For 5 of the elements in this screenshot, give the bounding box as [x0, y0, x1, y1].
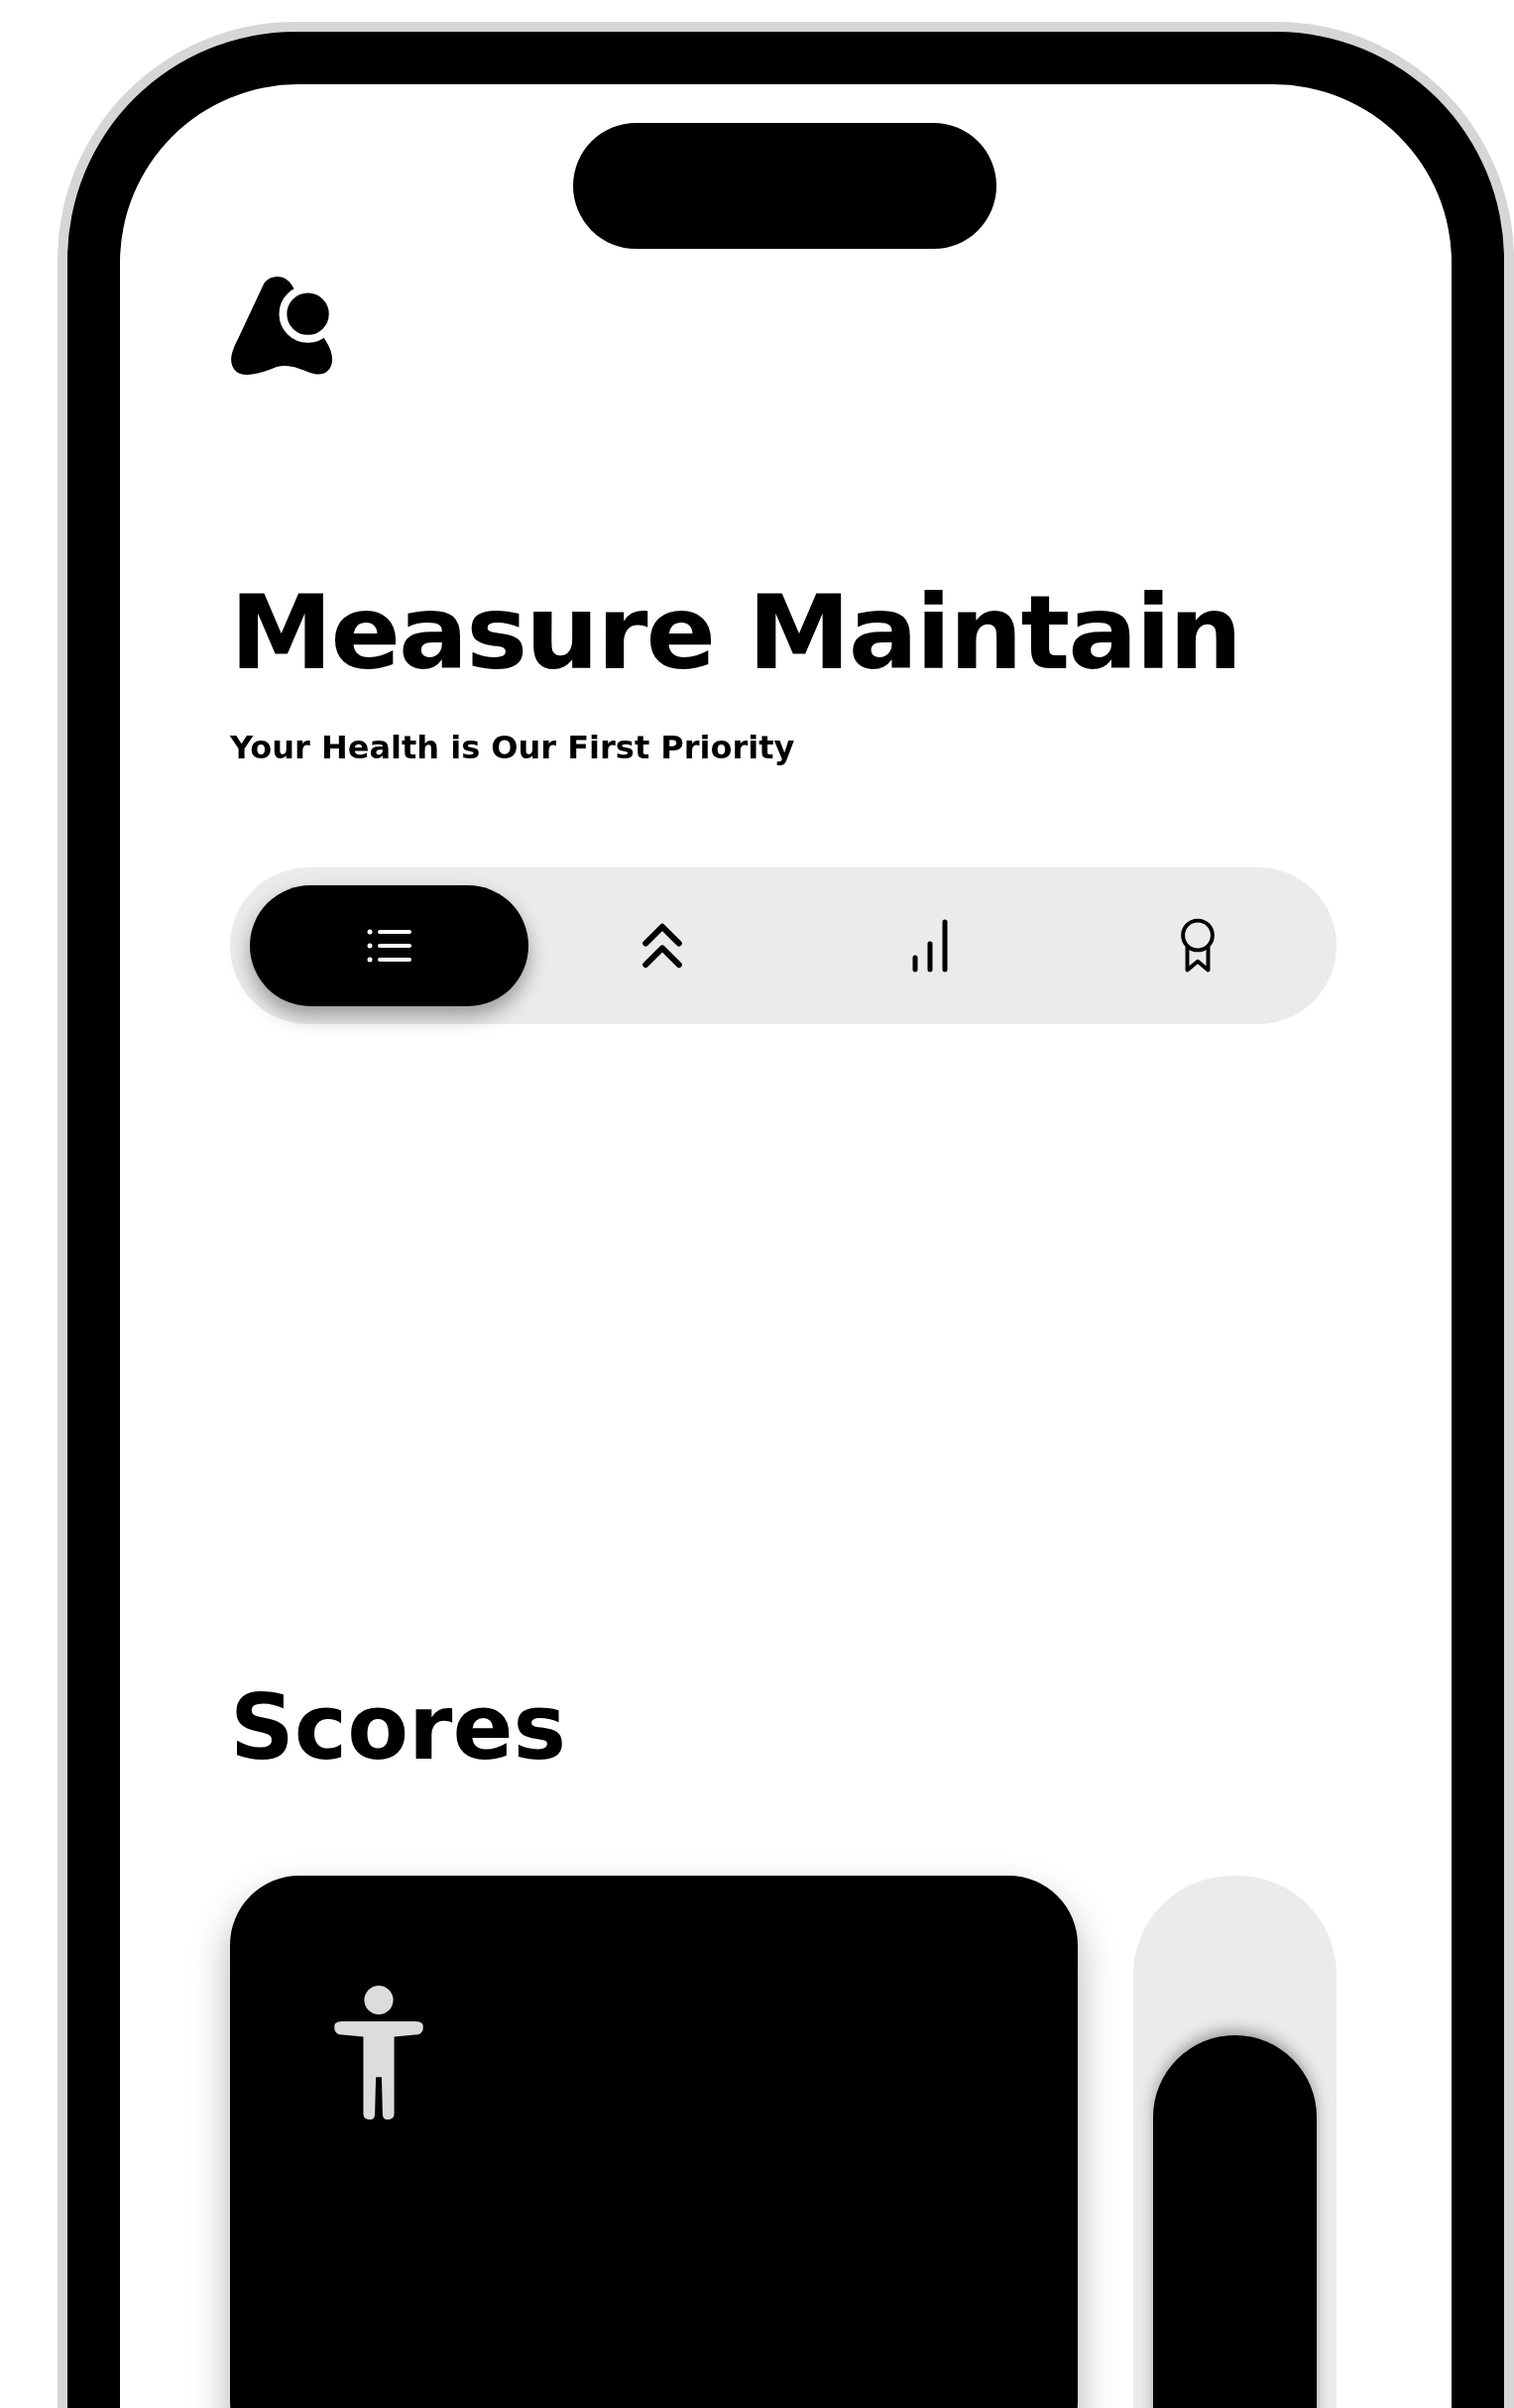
- app-subtitle: Your Health is Our First Priority: [230, 729, 796, 767]
- section-title: Scores: [230, 1678, 567, 1777]
- app-title: Measure Maintain: [230, 576, 1242, 690]
- score-card[interactable]: [1133, 1876, 1337, 2408]
- tab[interactable]: [250, 885, 528, 1007]
